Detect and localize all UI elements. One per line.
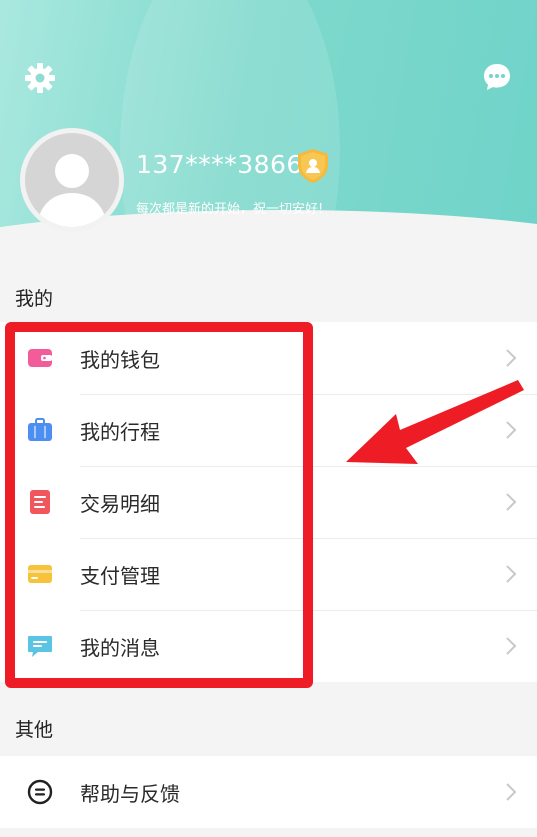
chevron-right-icon xyxy=(506,565,517,583)
chevron-right-icon xyxy=(506,493,517,511)
pointer-arrow-icon xyxy=(346,380,524,464)
menu-item-label: 帮助与反馈 xyxy=(80,781,180,806)
help-feedback-icon xyxy=(27,779,53,805)
menu-item-help-feedback[interactable]: 帮助与反馈 xyxy=(0,756,537,828)
other-list: 帮助与反馈 xyxy=(0,756,537,828)
section-title-mine: 我的 xyxy=(15,288,54,310)
chevron-right-icon xyxy=(506,637,517,655)
chevron-right-icon xyxy=(506,783,517,801)
avatar[interactable] xyxy=(20,128,124,232)
chat-bubble-icon[interactable] xyxy=(481,61,513,93)
profile-header: 137****3866 每次都是新的开始，祝一切安好! xyxy=(0,0,537,270)
gear-icon[interactable] xyxy=(24,62,56,94)
verified-shield-icon[interactable] xyxy=(296,148,330,184)
highlight-box xyxy=(5,322,313,688)
profile-motto: 每次都是新的开始，祝一切安好! xyxy=(136,202,324,217)
chevron-right-icon xyxy=(506,349,517,367)
phone-number: 137****3866 xyxy=(136,150,303,179)
section-title-other: 其他 xyxy=(15,719,54,741)
user-silhouette-icon xyxy=(37,154,107,227)
